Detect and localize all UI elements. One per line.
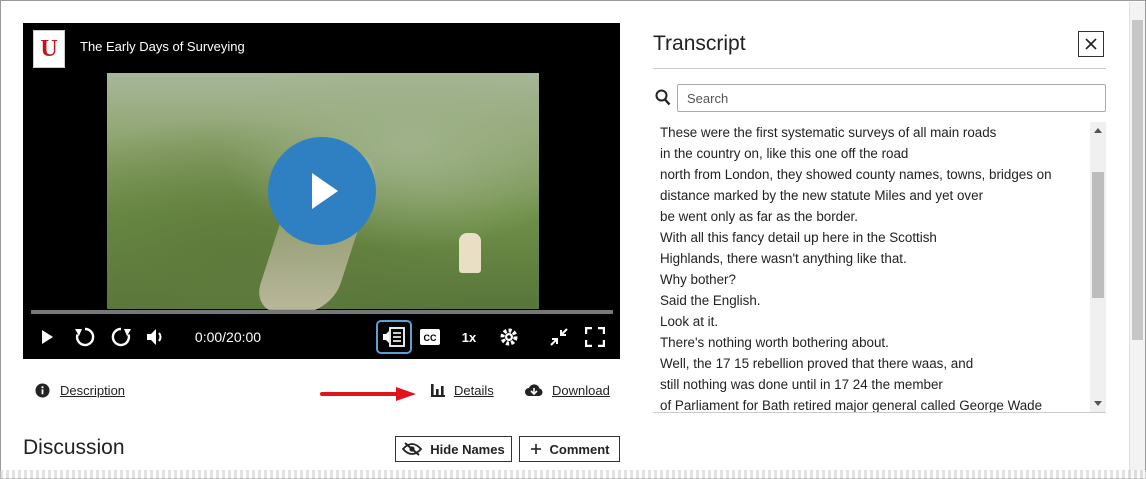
play-button[interactable] bbox=[37, 323, 57, 351]
transcript-search-input[interactable] bbox=[677, 84, 1106, 112]
settings-icon bbox=[500, 328, 518, 346]
close-icon bbox=[1085, 38, 1097, 50]
download-link-row[interactable]: Download bbox=[524, 383, 610, 398]
transcript-bottom-divider bbox=[653, 412, 1106, 413]
transcript-line[interactable]: distance marked by the new statute Miles… bbox=[653, 185, 1090, 206]
info-icon bbox=[35, 383, 50, 398]
fullscreen-button[interactable] bbox=[583, 323, 607, 351]
transcript-line[interactable]: Why bother? bbox=[653, 269, 1090, 290]
transcript-line[interactable]: Said the English. bbox=[653, 290, 1090, 311]
rewind-icon bbox=[75, 327, 95, 347]
page-scrollbar[interactable] bbox=[1129, 2, 1145, 477]
page-scroll-thumb[interactable] bbox=[1132, 20, 1143, 340]
transcript-line[interactable]: north from London, they showed county na… bbox=[653, 164, 1090, 185]
play-icon bbox=[42, 330, 53, 344]
collapse-button[interactable] bbox=[547, 323, 571, 351]
channel-logo-letter: U bbox=[40, 35, 58, 62]
transcript-body[interactable]: These were the first systematic surveys … bbox=[653, 122, 1090, 412]
transcript-line[interactable]: still nothing was done until in 17 24 th… bbox=[653, 374, 1090, 395]
transcript-line[interactable]: Well, the 17 15 rebellion proved that th… bbox=[653, 353, 1090, 374]
scroll-down-arrow[interactable] bbox=[1094, 401, 1102, 406]
annotation-arrow bbox=[320, 387, 416, 401]
comment-label: Comment bbox=[549, 441, 610, 457]
hide-names-label: Hide Names bbox=[430, 441, 505, 457]
transcript-title: Transcript bbox=[653, 32, 746, 55]
search-icon bbox=[655, 89, 671, 106]
video-title-bar: U The Early Days of Surveying bbox=[23, 23, 620, 73]
channel-logo: U bbox=[33, 30, 65, 68]
transcript-divider bbox=[653, 68, 1106, 69]
transcript-toggle-button[interactable] bbox=[376, 320, 412, 354]
svg-text:CC: CC bbox=[424, 333, 437, 343]
transcript-line[interactable]: of Parliament for Bath retired major gen… bbox=[653, 395, 1090, 412]
volume-icon bbox=[147, 329, 162, 345]
transcript-line[interactable]: There's nothing worth bothering about. bbox=[653, 332, 1090, 353]
video-player[interactable]: U The Early Days of Surveying 0:00/20:00… bbox=[23, 23, 620, 359]
cloud-download-icon bbox=[525, 384, 543, 396]
player-controls: 0:00/20:00 CC 1x bbox=[23, 315, 620, 359]
progress-bar[interactable] bbox=[31, 310, 613, 314]
search-icon-wrap bbox=[655, 89, 671, 111]
transcript-scroll-thumb[interactable] bbox=[1092, 172, 1104, 298]
forward-icon bbox=[111, 327, 131, 347]
fullscreen-icon bbox=[585, 327, 605, 347]
discussion-title: Discussion bbox=[23, 436, 125, 459]
transcript-line[interactable]: be went only as far as the border. bbox=[653, 206, 1090, 227]
download-link[interactable]: Download bbox=[552, 383, 610, 398]
speed-button[interactable]: 1x bbox=[457, 323, 481, 351]
play-icon bbox=[312, 173, 338, 209]
big-play-button[interactable] bbox=[268, 137, 376, 245]
details-link-row[interactable]: Details bbox=[430, 383, 494, 398]
close-transcript-button[interactable] bbox=[1078, 31, 1104, 57]
forward-button[interactable] bbox=[109, 323, 133, 351]
captions-button[interactable]: CC bbox=[418, 323, 442, 351]
settings-button[interactable] bbox=[497, 323, 521, 351]
comment-button[interactable]: Comment bbox=[519, 436, 620, 462]
rewind-button[interactable] bbox=[73, 323, 97, 351]
transcript-line[interactable]: in the country on, like this one off the… bbox=[653, 143, 1090, 164]
captions-icon: CC bbox=[420, 329, 440, 345]
bar-chart-icon bbox=[431, 384, 445, 397]
transcript-line[interactable]: Highlands, there wasn't anything like th… bbox=[653, 248, 1090, 269]
volume-button[interactable] bbox=[145, 323, 167, 351]
eye-slash-icon bbox=[402, 442, 423, 456]
collapse-icon bbox=[550, 328, 568, 346]
video-scene-person bbox=[459, 233, 481, 273]
details-link[interactable]: Details bbox=[454, 383, 494, 398]
transcript-line[interactable]: These were the first systematic surveys … bbox=[653, 122, 1090, 143]
transcript-line[interactable]: With all this fancy detail up here in th… bbox=[653, 227, 1090, 248]
description-link[interactable]: Description bbox=[60, 383, 125, 398]
video-title: The Early Days of Surveying bbox=[80, 39, 245, 54]
description-link-row[interactable]: Description bbox=[35, 383, 125, 398]
transcript-scrollbar[interactable] bbox=[1090, 122, 1106, 412]
hide-names-button[interactable]: Hide Names bbox=[395, 436, 512, 462]
torn-edge bbox=[0, 470, 1146, 479]
time-display: 0:00/20:00 bbox=[194, 329, 262, 345]
transcript-line[interactable]: Look at it. bbox=[653, 311, 1090, 332]
plus-icon bbox=[530, 444, 541, 454]
scroll-up-arrow[interactable] bbox=[1094, 128, 1102, 133]
transcript-icon bbox=[383, 327, 405, 347]
